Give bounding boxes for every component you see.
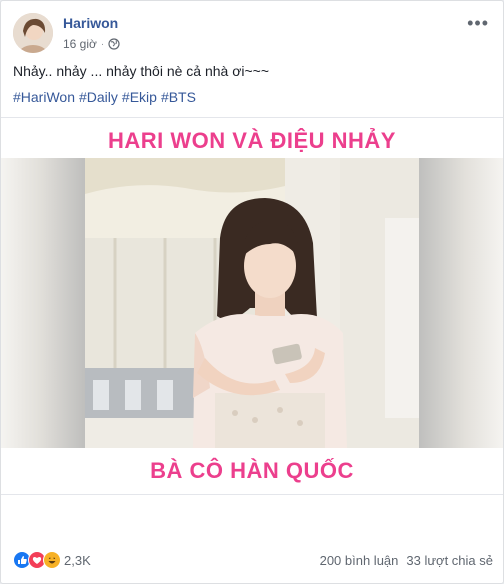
haha-icon: [43, 551, 61, 569]
hashtag-daily[interactable]: #Daily: [79, 89, 118, 105]
video-player[interactable]: HARI WON VÀ ĐIỆU NHẢY BÀ CÔ HÀN QUỐC: [1, 117, 503, 495]
post-time[interactable]: 16 giờ: [63, 37, 97, 51]
avatar[interactable]: [13, 13, 53, 53]
post-card: Hariwon 16 giờ · ••• Nhảy.. nhảy ... nhả…: [0, 0, 504, 584]
volume-icon[interactable]: [461, 462, 483, 484]
post-text: Nhảy.. nhảy ... nhảy thôi nè cả nhà ơi~~…: [13, 63, 270, 79]
more-options-icon[interactable]: •••: [467, 13, 489, 34]
video-title-top: HARI WON VÀ ĐIỆU NHẢY: [108, 128, 396, 153]
hashtag-hariwon[interactable]: #HariWon: [13, 89, 75, 105]
post-meta: 16 giờ ·: [63, 37, 120, 51]
reaction-summary[interactable]: 2,3K: [13, 551, 91, 569]
hashtag-bts[interactable]: #BTS: [161, 89, 196, 105]
hashtag-ekip[interactable]: #Ekip: [122, 89, 157, 105]
meta-separator: ·: [100, 38, 105, 50]
hashtags: #HariWon #Daily #Ekip #BTS: [13, 89, 196, 105]
reaction-count: 2,3K: [64, 552, 91, 568]
post-stats: 200 bình luận 33 lượt chia sẻ: [320, 553, 493, 568]
video-blur-left: [1, 158, 85, 448]
video-frame: [85, 158, 419, 448]
share-count[interactable]: 33 lượt chia sẻ: [406, 553, 493, 568]
avatar-image: [13, 13, 53, 53]
video-blur-right: [419, 158, 503, 448]
video-title-bottom: BÀ CÔ HÀN QUỐC: [150, 458, 354, 483]
reaction-icons: [13, 551, 61, 569]
comment-count[interactable]: 200 bình luận: [320, 553, 399, 568]
author-name[interactable]: Hariwon: [63, 15, 118, 31]
globe-icon: [108, 38, 120, 50]
